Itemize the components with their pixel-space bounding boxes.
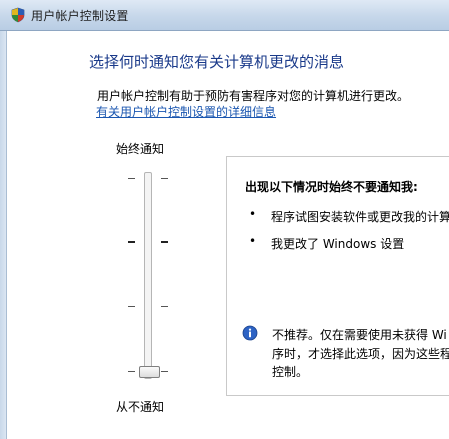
slider-tick-left xyxy=(128,306,135,307)
panel-note-line: 控制。 xyxy=(272,365,309,379)
slider-tick-left xyxy=(128,178,135,179)
panel-heading: 出现以下情况时始终不要通知我: xyxy=(245,180,418,194)
panel-note-line: 序时，才选择此选项，因为这些程 xyxy=(272,347,449,361)
panel-bullet-item: 程序试图安装软件或更改我的计算 xyxy=(271,210,449,224)
slider-tick-right xyxy=(161,371,168,372)
uac-settings-window: 用户帐户控制设置 选择何时通知您有关计算机更改的消息 用户帐户控制有助于预防有害… xyxy=(0,0,449,439)
window-frame-left xyxy=(0,31,7,439)
uac-shield-icon xyxy=(11,7,25,23)
page-heading: 选择何时通知您有关计算机更改的消息 xyxy=(89,53,345,71)
bullet-dot: • xyxy=(249,234,257,248)
slider-label-never-notify: 从不通知 xyxy=(116,400,165,414)
bullet-dot: • xyxy=(249,207,257,221)
slider-label-always-notify: 始终通知 xyxy=(116,142,165,156)
page-description: 用户帐户控制有助于预防有害程序对您的计算机进行更改。 xyxy=(97,89,410,103)
slider-thumb[interactable] xyxy=(139,366,160,378)
slider-tick-right xyxy=(161,178,168,179)
info-icon xyxy=(242,325,258,341)
slider-tick-right xyxy=(161,306,168,307)
slider-tick-right xyxy=(161,241,168,243)
slider-track[interactable] xyxy=(144,172,152,379)
window-title: 用户帐户控制设置 xyxy=(31,9,129,23)
slider-tick-left xyxy=(128,371,135,372)
uac-details-link[interactable]: 有关用户帐户控制设置的详细信息 xyxy=(96,103,276,120)
slider-tick-left xyxy=(128,241,135,243)
panel-bullet-item: 我更改了 Windows 设置 xyxy=(271,237,405,251)
panel-note-line: 不推荐。仅在需要使用未获得 Wi xyxy=(272,328,447,342)
title-bar[interactable]: 用户帐户控制设置 xyxy=(0,0,449,31)
